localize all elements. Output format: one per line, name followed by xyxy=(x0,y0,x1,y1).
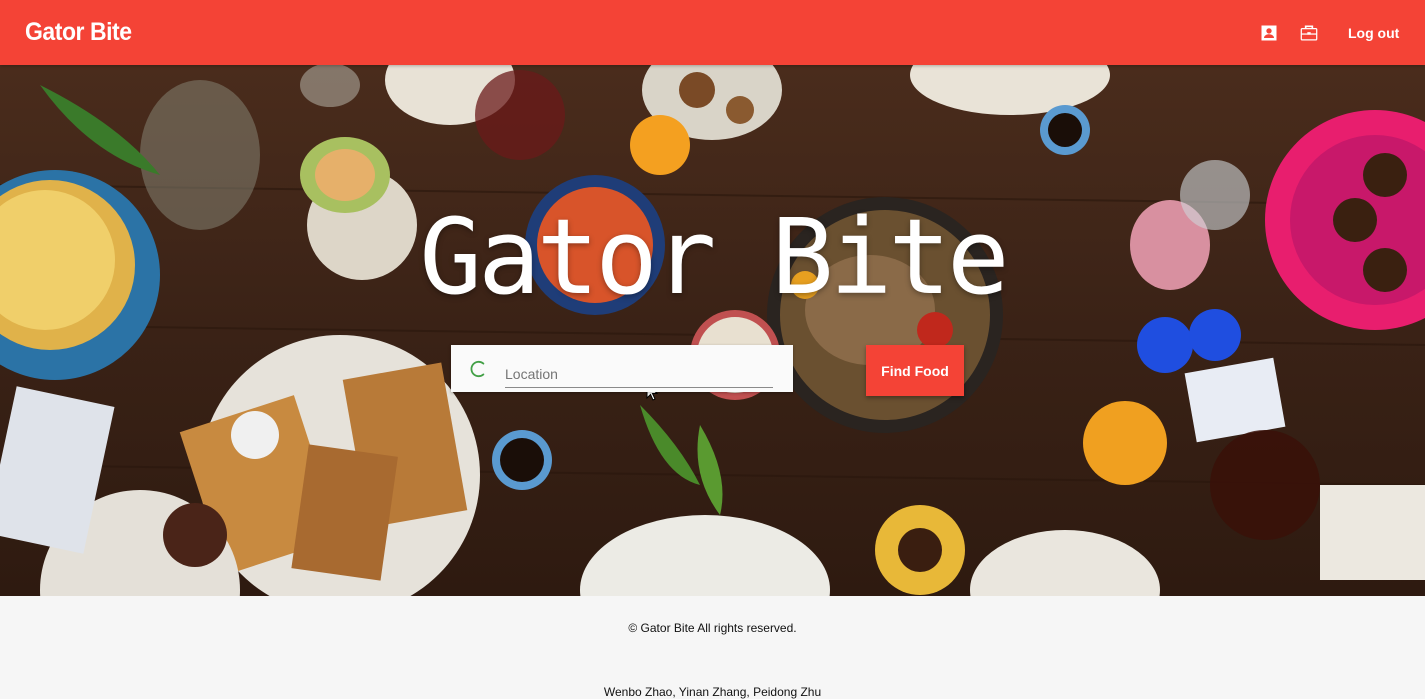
account-box-icon[interactable] xyxy=(1259,23,1279,43)
hero-title: Gator Bite xyxy=(419,196,1009,318)
brand-logo[interactable]: Gator Bite xyxy=(25,18,132,47)
find-food-button[interactable]: Find Food xyxy=(866,345,964,396)
loading-spinner-icon xyxy=(470,360,485,378)
top-navbar: Gator Bite Log out xyxy=(0,0,1425,65)
food-table-background xyxy=(0,65,1425,596)
footer-copyright: © Gator Bite All rights reserved. xyxy=(628,621,797,635)
location-search-box xyxy=(451,345,793,392)
footer-authors: Wenbo Zhao, Yinan Zhang, Peidong Zhu xyxy=(603,685,822,699)
hero-banner: Gator Bite xyxy=(0,65,1425,596)
briefcase-icon[interactable] xyxy=(1299,23,1319,43)
logout-link[interactable]: Log out xyxy=(1348,25,1399,41)
location-input[interactable] xyxy=(505,357,773,388)
